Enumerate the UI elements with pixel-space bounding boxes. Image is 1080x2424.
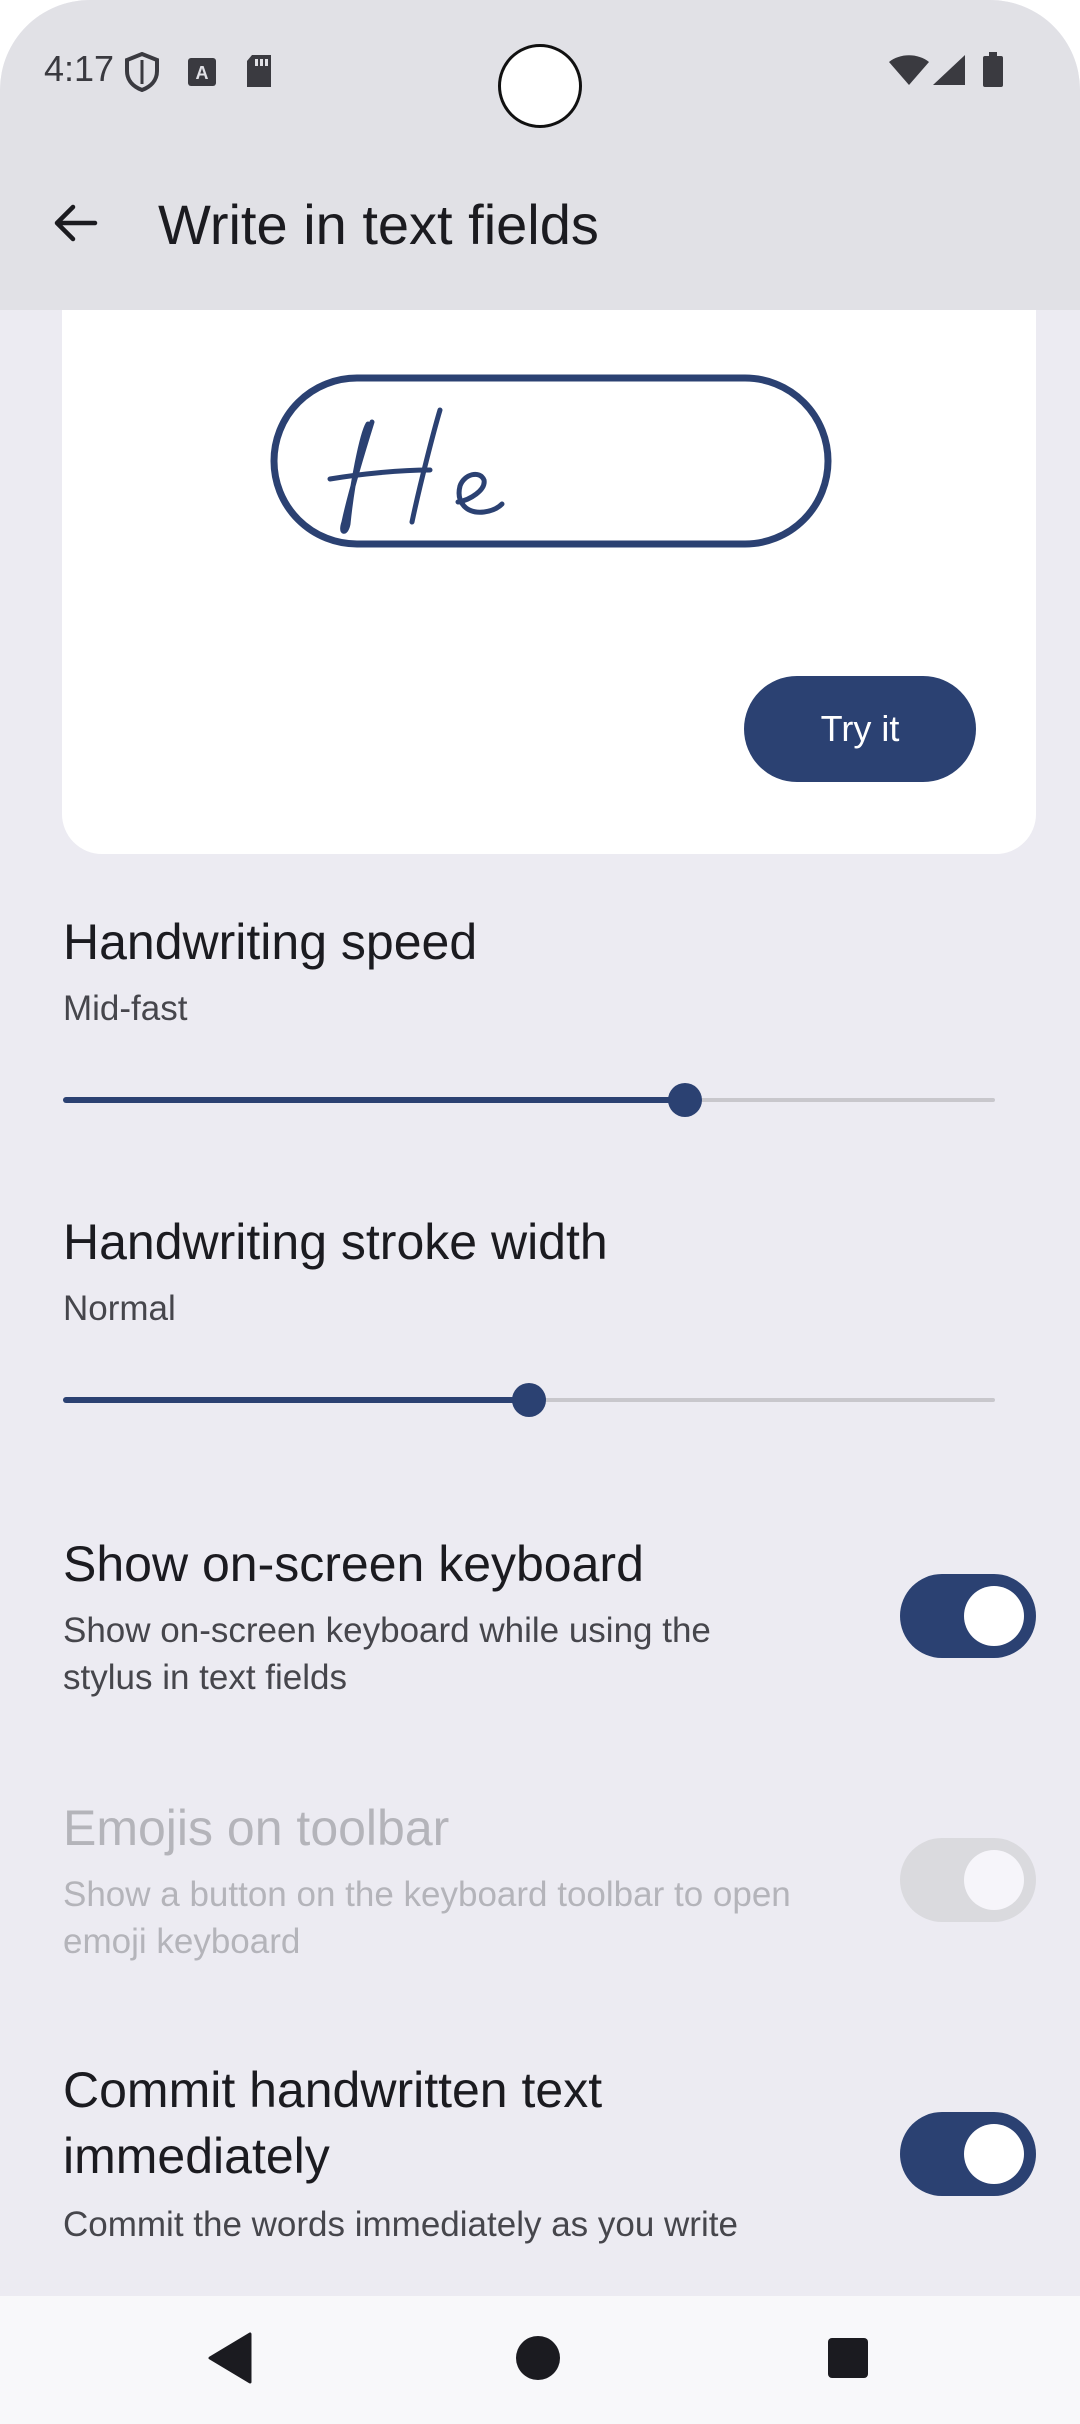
try-it-button[interactable]: Try it bbox=[744, 676, 976, 782]
shield-icon bbox=[124, 51, 160, 97]
svg-text:A: A bbox=[196, 63, 209, 83]
emojis-toolbar-subtitle-line2: emoji keyboard bbox=[63, 1922, 301, 1961]
commit-immediately-toggle[interactable] bbox=[900, 2112, 1036, 2196]
sd-card-icon bbox=[244, 54, 274, 93]
back-button[interactable] bbox=[36, 186, 114, 264]
slider-thumb[interactable] bbox=[667, 1083, 702, 1117]
handwriting-speed-title: Handwriting speed bbox=[63, 914, 478, 970]
handwriting-preview-card: Try it bbox=[62, 310, 1036, 854]
back-triangle-icon bbox=[206, 2332, 254, 2389]
show-keyboard-title: Show on-screen keyboard bbox=[63, 1536, 644, 1592]
device-screen: 4:17 A Write in text fields Try it Handw… bbox=[0, 0, 1080, 2424]
slider-thumb[interactable] bbox=[512, 1383, 546, 1417]
status-bar: 4:17 A bbox=[0, 0, 1080, 140]
recents-square-icon bbox=[826, 2336, 870, 2385]
status-time: 4:17 bbox=[44, 48, 115, 89]
nav-home-button[interactable] bbox=[502, 2324, 574, 2396]
wifi-icon bbox=[888, 54, 930, 91]
toggle-knob bbox=[964, 1586, 1024, 1646]
toggle-knob bbox=[964, 1850, 1024, 1910]
page-title: Write in text fields bbox=[158, 193, 599, 256]
show-keyboard-subtitle-line2: stylus in text fields bbox=[63, 1658, 347, 1697]
toggle-knob bbox=[964, 2124, 1024, 2184]
emojis-toolbar-subtitle-line1: Show a button on the keyboard toolbar to… bbox=[63, 1875, 791, 1914]
front-camera bbox=[498, 44, 582, 128]
handwriting-speed-value: Mid-fast bbox=[63, 989, 188, 1028]
handwriting-demo-field bbox=[270, 374, 832, 555]
home-circle-icon bbox=[514, 2334, 562, 2387]
commit-title-line2: immediately bbox=[63, 2128, 330, 2184]
nav-recents-button[interactable] bbox=[812, 2324, 884, 2396]
battery-icon bbox=[982, 52, 1004, 93]
stroke-width-slider[interactable] bbox=[63, 1380, 995, 1420]
commit-subtitle: Commit the words immediately as you writ… bbox=[63, 2205, 738, 2244]
arrow-back-icon bbox=[51, 199, 99, 252]
slider-active-track bbox=[63, 1397, 529, 1403]
cell-signal-icon bbox=[932, 54, 966, 91]
stroke-width-title: Handwriting stroke width bbox=[63, 1214, 608, 1270]
handwriting-speed-slider[interactable] bbox=[63, 1080, 995, 1120]
nav-back-button[interactable] bbox=[194, 2324, 266, 2396]
keyboard-a-icon: A bbox=[186, 56, 218, 93]
slider-active-track bbox=[63, 1097, 685, 1103]
system-nav-bar bbox=[0, 2296, 1080, 2424]
app-bar: Write in text fields bbox=[0, 140, 1080, 310]
emojis-toolbar-title: Emojis on toolbar bbox=[63, 1800, 450, 1856]
emojis-toolbar-toggle bbox=[900, 1838, 1036, 1922]
show-keyboard-subtitle-line1: Show on-screen keyboard while using the bbox=[63, 1611, 711, 1650]
commit-title-line1: Commit handwritten text bbox=[63, 2062, 603, 2118]
show-keyboard-toggle[interactable] bbox=[900, 1574, 1036, 1658]
stroke-width-value: Normal bbox=[63, 1289, 176, 1328]
